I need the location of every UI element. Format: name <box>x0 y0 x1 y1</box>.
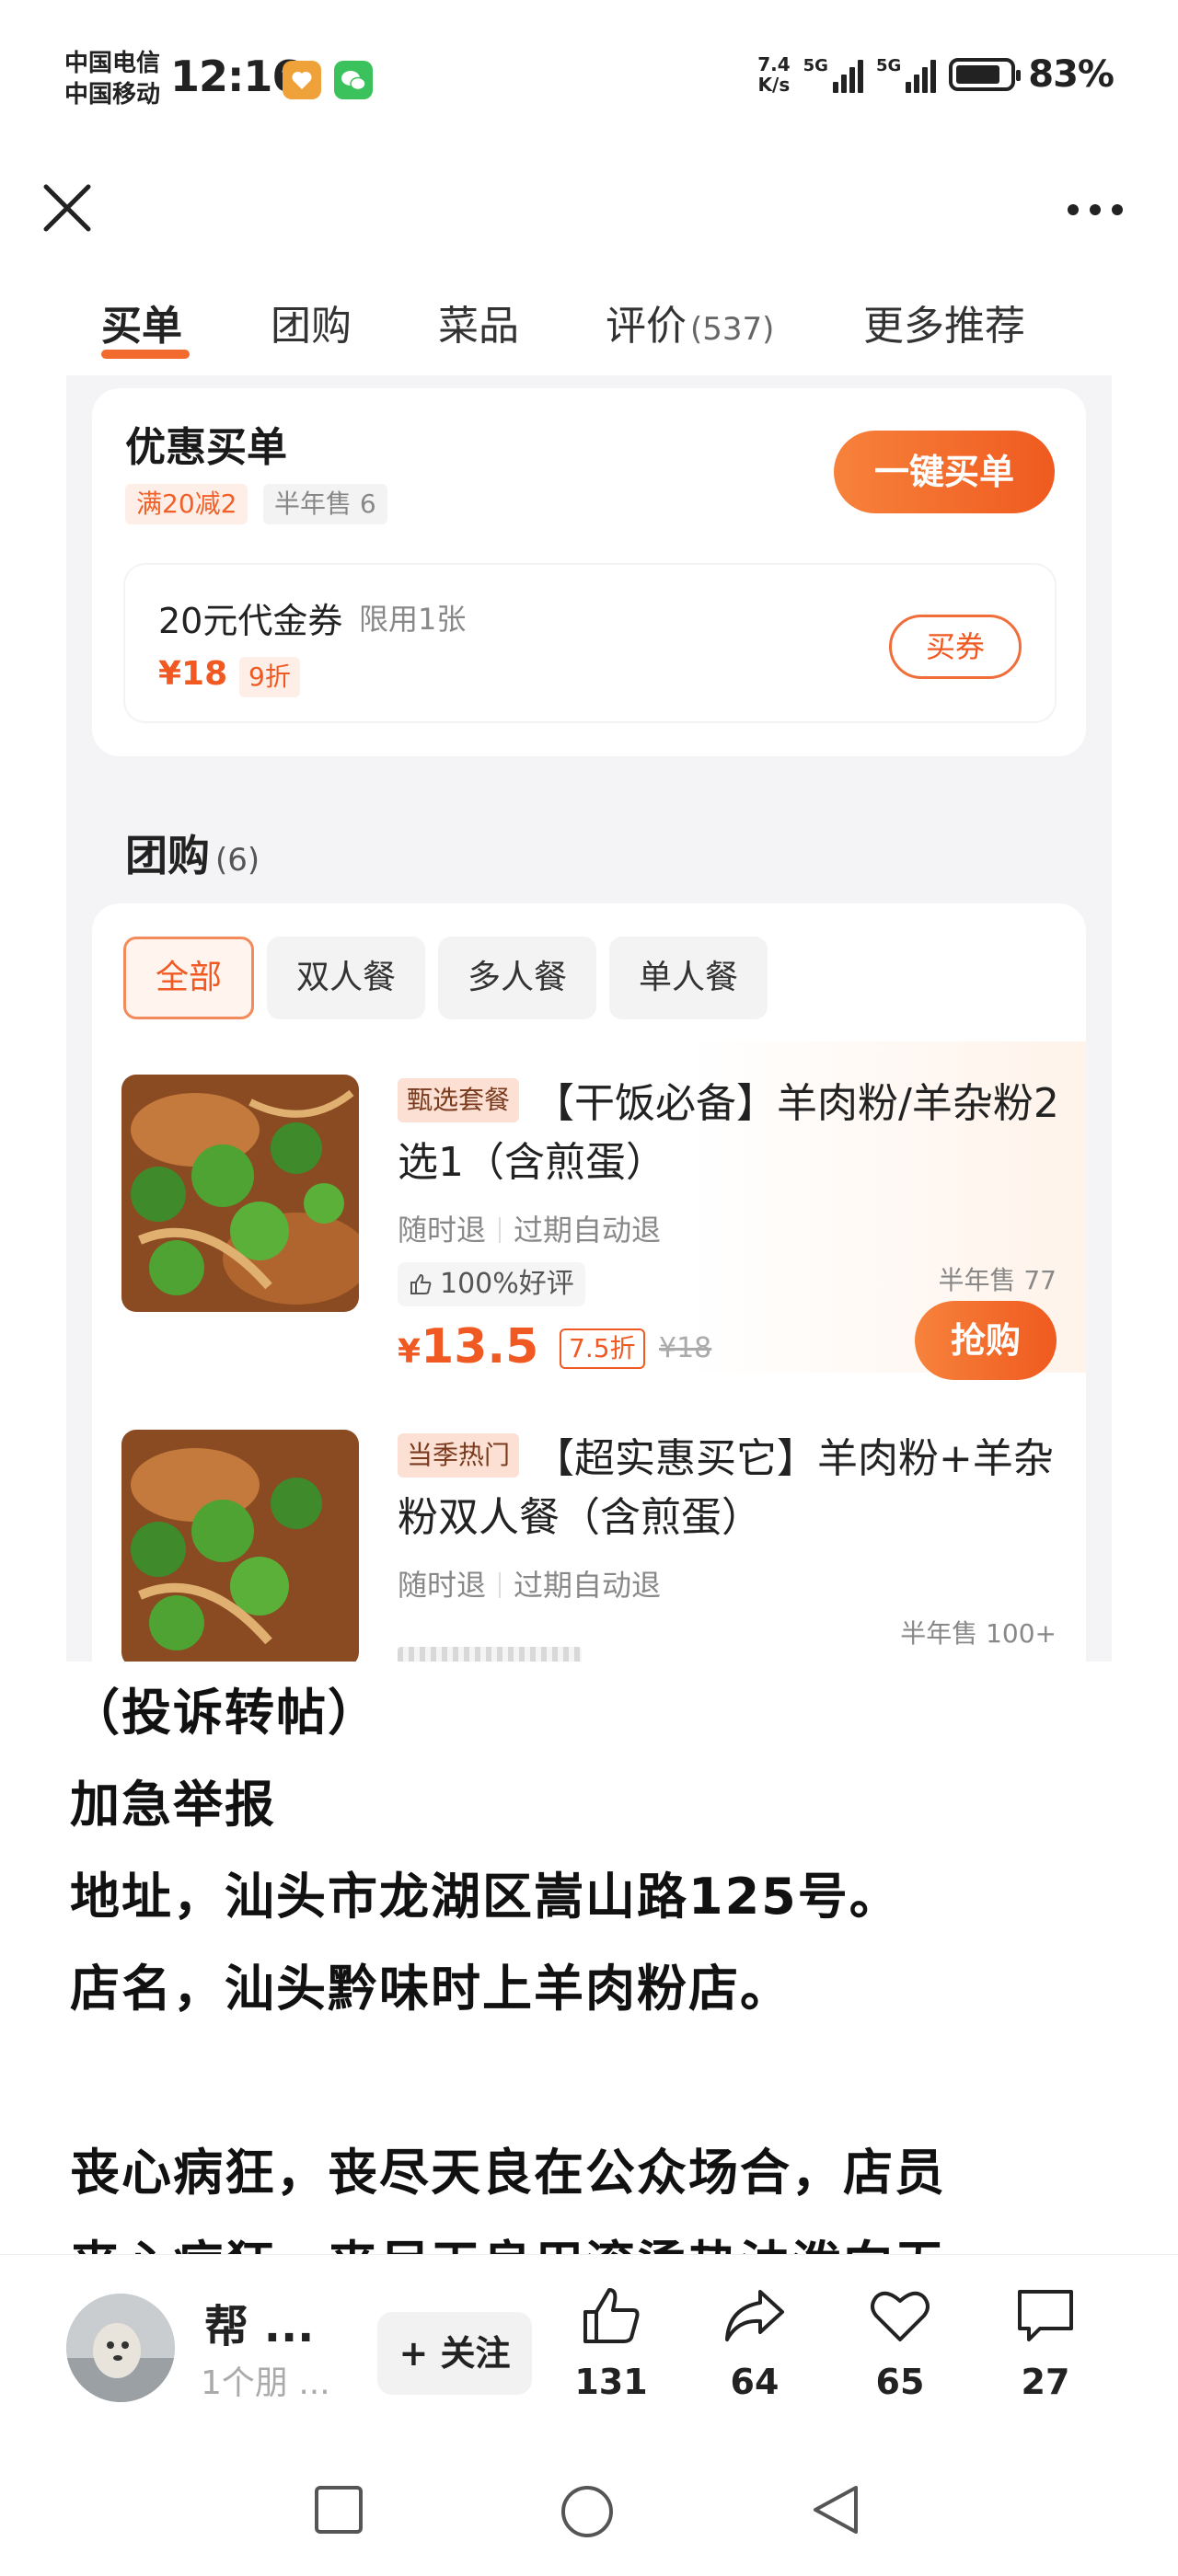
follow-button[interactable]: + 关注 <box>377 2312 532 2395</box>
more-dot-icon <box>1090 204 1101 215</box>
filter-single: 单人餐 <box>609 937 768 1019</box>
app-notification-icon <box>283 61 321 99</box>
voucher-name: 20元代金券 <box>158 601 343 641</box>
post-line: 地址，汕头市龙湖区嵩山路125号。 <box>70 1868 901 1926</box>
heart-icon <box>871 2291 930 2341</box>
original-price: ¥18 <box>659 1332 712 1364</box>
sold-count: 半年售 100+ <box>900 1618 1057 1649</box>
sold-count: 半年售 77 <box>938 1265 1057 1295</box>
filter-all: 全部 <box>123 937 255 1019</box>
groupbuy-card: 全部 双人餐 多人餐 单人餐 【干饭必备】羊肉粉/羊杂粉2选1（含煎蛋） 甄选套… <box>92 903 1086 1662</box>
close-icon <box>43 184 91 232</box>
back-triangle-icon <box>814 2486 858 2534</box>
circle-icon <box>561 2486 613 2537</box>
embedded-screenshot: 买单 团购 菜品 评价 (537) 更多推荐 优惠买单 满20减2 半年售 6 一… <box>66 293 1112 1662</box>
grab-button: 抢购 <box>915 1301 1057 1380</box>
more-dot-icon <box>1112 204 1123 215</box>
comment-count: 27 <box>1021 2362 1070 2402</box>
post-line: 加急举报 <box>70 1776 276 1834</box>
status-clock: 12:16 <box>170 52 301 101</box>
thumbs-up-icon <box>583 2288 640 2343</box>
filter-multi-person: 多人餐 <box>438 937 597 1019</box>
close-button[interactable] <box>39 179 96 236</box>
shop-tabs: 买单 团购 菜品 评价 (537) 更多推荐 <box>66 293 1112 375</box>
refund-policy: 随时退 过期自动退 <box>398 1213 662 1248</box>
wechat-icon <box>334 61 373 99</box>
carrier-names: 中国电信 中国移动 <box>64 48 160 110</box>
status-bar: 中国电信 中国移动 12:16 7.4 K/s 5G 5G 83% <box>0 0 1178 156</box>
author-subtitle: 1个朋 ... <box>201 2364 330 2402</box>
comment-button[interactable]: 27 <box>999 2283 1091 2402</box>
post-line: 丧心病狂，丧尽天良在公众场合，店员 <box>70 2144 946 2202</box>
deal-item: 【干饭必备】羊肉粉/羊杂粉2选1（含煎蛋） 甄选套餐 随时退 过期自动退 100%… <box>92 1041 1086 1380</box>
tab-more: 更多推荐 <box>863 303 1025 350</box>
back-button[interactable] <box>810 2484 861 2539</box>
post-body: （投诉转帖） 加急举报 地址，汕头市龙湖区嵩山路125号。 店名，汕头黔味时上羊… <box>70 1667 1119 2267</box>
favorite-count: 65 <box>875 2362 925 2402</box>
carrier-2: 中国移动 <box>64 81 161 109</box>
discount-buy-card: 优惠买单 满20减2 半年售 6 一键买单 20元代金券 限用1张 ¥18 9折… <box>92 388 1086 756</box>
voucher-limit: 限用1张 <box>359 602 467 637</box>
tab-buy: 买单 <box>101 303 182 350</box>
like-button[interactable]: 131 <box>565 2283 657 2402</box>
deal-badge: 当季热门 <box>398 1433 520 1478</box>
avatar[interactable] <box>66 2294 175 2402</box>
groupbuy-heading: 团购 (6) <box>125 831 260 880</box>
system-nav-bar <box>0 2447 1178 2576</box>
voucher-discount: 9折 <box>239 657 300 697</box>
signal-icon: 5G <box>803 56 863 93</box>
buy-title: 优惠买单 <box>125 424 287 471</box>
more-dot-icon <box>1068 204 1079 215</box>
voucher-price: ¥18 <box>158 655 228 693</box>
tab-dishes: 菜品 <box>438 303 519 350</box>
filter-two-person: 双人餐 <box>267 937 426 1019</box>
author-name[interactable]: 帮 ... <box>204 2290 314 2354</box>
deal-discount: 7.5折 <box>560 1328 645 1369</box>
home-button[interactable] <box>560 2484 615 2543</box>
discount-tag: 满20减2 <box>125 484 248 524</box>
share-count: 64 <box>730 2362 780 2402</box>
blurred-text <box>398 1647 582 1662</box>
square-icon <box>315 2486 363 2534</box>
recents-button[interactable] <box>313 2484 364 2539</box>
share-icon <box>725 2290 784 2341</box>
more-options-button[interactable] <box>1058 191 1132 228</box>
voucher-row: 20元代金券 限用1张 ¥18 9折 买券 <box>125 565 1055 721</box>
signal-icon: 5G <box>876 56 937 93</box>
post-line: 店名，汕头黔味时上羊肉粉店。 <box>70 1960 791 2018</box>
post-line: （投诉转帖） <box>70 1684 379 1742</box>
status-right: 7.4 K/s 5G 5G 83% <box>757 53 1114 96</box>
thumbs-up-icon <box>410 1273 432 1294</box>
deal-price: ¥13.5 <box>398 1319 539 1374</box>
dish-image <box>121 1430 359 1662</box>
action-bar: 帮 ... 1个朋 ... + 关注 131 64 65 27 <box>0 2254 1178 2420</box>
like-count: 131 <box>574 2362 648 2402</box>
rating-badge: 100%好评 <box>398 1262 585 1306</box>
network-speed: 7.4 K/s <box>757 53 791 96</box>
dish-image <box>121 1075 359 1312</box>
battery-percent: 83% <box>1028 53 1114 96</box>
tab-groupbuy: 团购 <box>271 303 352 350</box>
sold-tag: 半年售 6 <box>263 484 387 524</box>
battery-icon <box>949 58 1022 91</box>
refund-policy: 随时退 过期自动退 <box>398 1568 662 1603</box>
share-button[interactable]: 64 <box>709 2283 801 2402</box>
tab-reviews: 评价 (537) <box>606 303 775 350</box>
deal-badge: 甄选套餐 <box>398 1078 520 1122</box>
carrier-1: 中国电信 <box>64 50 161 77</box>
one-click-buy-button: 一键买单 <box>834 431 1055 513</box>
favorite-button[interactable]: 65 <box>854 2283 946 2402</box>
buy-voucher-button: 买券 <box>889 615 1022 679</box>
comment-icon <box>1018 2290 1073 2341</box>
avatar-image <box>66 2294 175 2402</box>
post-line <box>70 2035 1119 2127</box>
tab-underline <box>101 350 190 359</box>
deal-item: 【超实惠买它】羊肉粉+羊杂粉双人餐（含煎蛋） 当季热门 随时退 过期自动退 半年售… <box>92 1397 1086 1662</box>
